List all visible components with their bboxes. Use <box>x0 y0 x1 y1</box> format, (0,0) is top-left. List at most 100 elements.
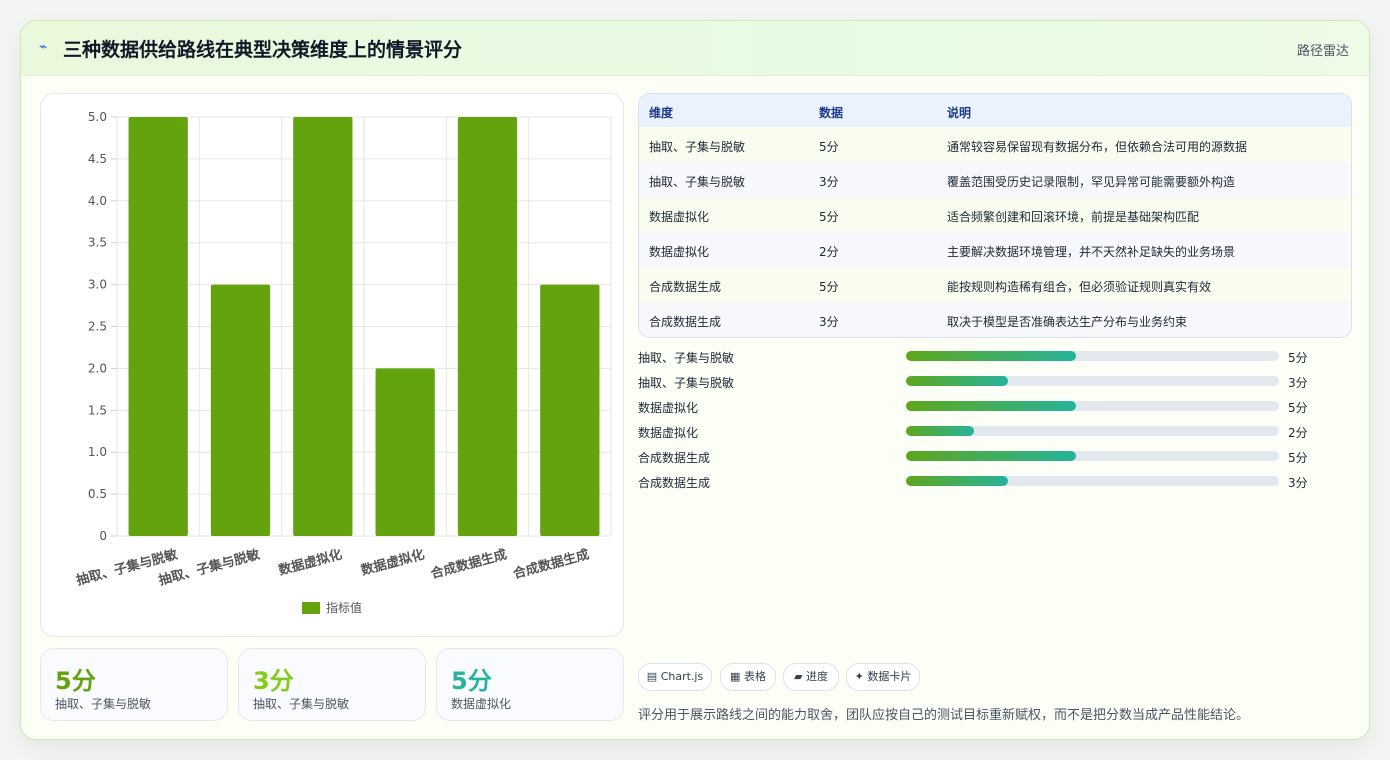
progress-value: 5分 <box>1288 351 1308 365</box>
progress-track <box>906 351 1279 361</box>
table-cell: 数据虚拟化 <box>649 245 710 259</box>
progress-item: 数据虚拟化 5分 <box>638 397 1350 417</box>
table-row: 抽取、子集与脱敏 5分 通常较容易保留现有数据分布，但依赖合法可用的源数据 <box>639 127 1351 163</box>
table-cell: 3分 <box>819 175 839 189</box>
y-tick-label: 3.5 <box>88 236 107 250</box>
x-tick-label: 数据虚拟化 <box>277 546 344 578</box>
table-cell: 5分 <box>819 140 839 154</box>
table-cell: 合成数据生成 <box>649 315 722 329</box>
table-cell: 通常较容易保留现有数据分布，但依赖合法可用的源数据 <box>947 140 1248 154</box>
progress-track <box>906 401 1279 411</box>
main-card: ⌁ 三种数据供给路线在典型决策维度上的情景评分 路径雷达 5.0 4.5 4.0 3.… <box>20 20 1370 740</box>
table-cell: 抽取、子集与脱敏 <box>649 140 746 154</box>
stat-value: 5分 <box>451 667 492 695</box>
bar <box>128 117 188 536</box>
progress-value: 3分 <box>1288 476 1308 490</box>
progress-item: 抽取、子集与脱敏 3分 <box>638 372 1350 392</box>
stat-label: 数据虚拟化 <box>451 697 512 711</box>
table-header-cell: 维度 <box>649 106 674 120</box>
table-row: 数据虚拟化 5分 适合频繁创建和回滚环境，前提是基础架构匹配 <box>639 197 1351 233</box>
chip-data-card[interactable]: ✦ 数据卡片 <box>846 663 920 691</box>
y-tick-label: 0.5 <box>88 487 107 501</box>
stat-card: 5分 数据虚拟化 <box>436 648 624 721</box>
legend-swatch <box>302 602 320 614</box>
progress-value: 5分 <box>1288 401 1308 415</box>
bar-chart-panel: 5.0 4.5 4.0 3.5 3.0 2.5 2.0 1.5 1.0 0.5 0 抽取、子集与脱敏抽… <box>40 93 624 637</box>
table-cell: 覆盖范围受历史记录限制，罕见异常可能需要额外构造 <box>947 175 1236 189</box>
table-cell: 2分 <box>819 245 839 259</box>
progress-fill <box>906 376 1008 386</box>
y-tick-label: 3.0 <box>88 278 107 292</box>
progress-track <box>906 451 1279 461</box>
table-header-cell: 说明 <box>947 106 972 120</box>
bar <box>457 117 518 536</box>
chart-icon: ▤ <box>646 670 658 683</box>
progress-label: 数据虚拟化 <box>638 426 699 440</box>
table-cell: 5分 <box>819 210 839 224</box>
chip-table[interactable]: ▦ 表格 <box>720 663 776 691</box>
chip-chartjs[interactable]: ▤ Chart.js <box>638 663 712 691</box>
chip-progress[interactable]: ▰ 进度 <box>783 663 839 691</box>
table-cell: 3分 <box>819 315 839 329</box>
table-cell: 5分 <box>819 280 839 294</box>
progress-value: 3分 <box>1288 376 1308 390</box>
stat-card: 3分 抽取、子集与脱敏 <box>238 648 426 721</box>
footnote: 评分用于展示路线之间的能力取舍，团队应按自己的测试目标重新赋权，而不是把分数当成… <box>638 708 1250 723</box>
page-title: 三种数据供给路线在典型决策维度上的情景评分 <box>63 39 463 61</box>
progress-fill <box>906 451 1076 461</box>
y-tick-label: 0 <box>99 529 107 543</box>
table-row: 合成数据生成 3分 取决于模型是否准确表达生产分布与业务约束 <box>639 302 1351 337</box>
chip-label: 数据卡片 <box>867 670 912 683</box>
table-row: 合成数据生成 5分 能按规则构造稀有组合，但必须验证规则真实有效 <box>639 267 1351 303</box>
stat-value: 5分 <box>55 667 96 695</box>
header-right-label: 路径雷达 <box>1296 44 1349 59</box>
progress-fill <box>906 351 1076 361</box>
chip-label: 表格 <box>743 670 766 683</box>
progress-item: 合成数据生成 3分 <box>638 472 1350 492</box>
bar <box>293 117 353 536</box>
progress-value: 5分 <box>1288 451 1308 465</box>
progress-item: 抽取、子集与脱敏 5分 <box>638 347 1350 367</box>
table-header: 维度 数据 说明 <box>639 94 1351 128</box>
y-tick-label: 5.0 <box>88 110 107 124</box>
chip-label: Chart.js <box>660 670 704 683</box>
y-tick-label: 2.0 <box>88 361 107 375</box>
progress-fill <box>906 401 1076 411</box>
progress-value: 2分 <box>1288 426 1308 440</box>
progress-item: 合成数据生成 5分 <box>638 447 1350 467</box>
bar <box>375 368 435 536</box>
table-cell: 能按规则构造稀有组合，但必须验证规则真实有效 <box>947 280 1212 294</box>
progress-item: 数据虚拟化 2分 <box>638 422 1350 442</box>
bar <box>540 284 600 536</box>
table-row: 抽取、子集与脱敏 3分 覆盖范围受历史记录限制，罕见异常可能需要额外构造 <box>639 162 1351 198</box>
card-header: ⌁ 三种数据供给路线在典型决策维度上的情景评分 路径雷达 <box>21 21 1369 76</box>
progress-label: 抽取、子集与脱敏 <box>638 351 735 365</box>
x-tick-label: 数据虚拟化 <box>359 546 426 578</box>
stat-value: 3分 <box>253 667 294 695</box>
table-cell: 合成数据生成 <box>649 280 722 294</box>
y-tick-label: 1.5 <box>88 403 107 417</box>
x-tick-label: 合成数据生成 <box>511 546 590 582</box>
table-cell: 数据虚拟化 <box>649 210 710 224</box>
progress-label: 合成数据生成 <box>638 451 711 465</box>
y-tick-label: 4.5 <box>88 152 107 166</box>
progress-track <box>906 376 1279 386</box>
table-header-cell: 数据 <box>819 106 844 120</box>
bar-chart: 5.04.54.03.53.02.52.01.51.00.50抽取、子集与脱敏抽… <box>75 110 612 615</box>
y-tick-label: 2.5 <box>88 320 107 334</box>
progress-fill <box>906 426 974 436</box>
stat-card: 5分 抽取、子集与脱敏 <box>40 648 228 721</box>
stat-label: 抽取、子集与脱敏 <box>253 697 350 711</box>
table-cell: 主要解决数据环境管理，并不天然补足缺失的业务场景 <box>947 245 1236 259</box>
y-tick-label: 1.0 <box>88 445 107 459</box>
progress-label: 合成数据生成 <box>638 476 711 490</box>
table-icon: ▦ <box>730 670 741 683</box>
progress-track <box>906 476 1279 486</box>
table-cell: 抽取、子集与脱敏 <box>649 175 746 189</box>
table-cell: 适合频繁创建和回滚环境，前提是基础架构匹配 <box>947 210 1200 224</box>
bar <box>210 284 271 536</box>
table-row: 数据虚拟化 2分 主要解决数据环境管理，并不天然补足缺失的业务场景 <box>639 232 1351 268</box>
progress-fill <box>906 476 1008 486</box>
progress-label: 抽取、子集与脱敏 <box>638 376 735 390</box>
chip-label: 进度 <box>805 670 828 683</box>
